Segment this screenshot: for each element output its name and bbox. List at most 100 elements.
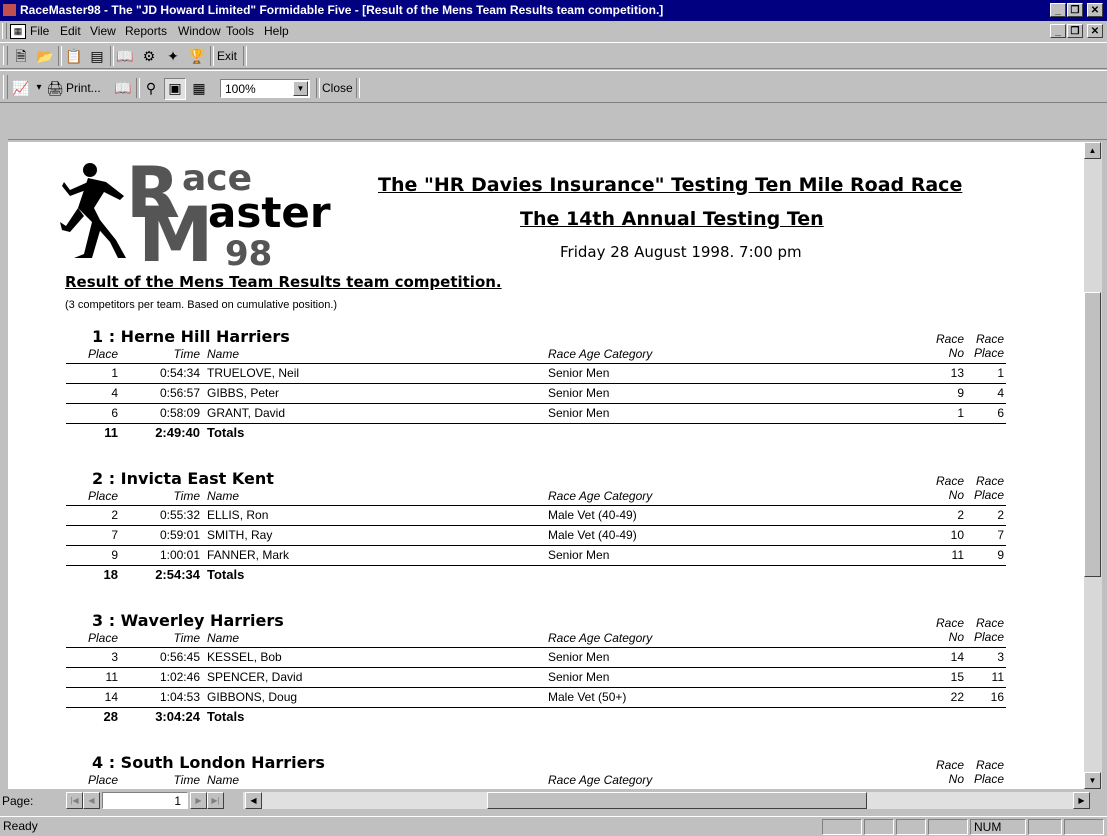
doc-close-icon[interactable]: ✕ — [1087, 24, 1103, 38]
col-header-race: Race — [935, 758, 964, 772]
form-icon[interactable]: ▤ — [88, 47, 106, 65]
printer-icon[interactable]: 🖨 — [46, 79, 64, 97]
toolbar-grip[interactable] — [3, 46, 8, 65]
totals-label: Totals — [207, 709, 245, 724]
race-place-cell: 16 — [990, 690, 1004, 704]
place-cell: 7 — [111, 528, 118, 542]
vertical-scroll-thumb[interactable] — [1084, 292, 1101, 577]
racemaster-logo: R ace M aster 98 — [60, 152, 331, 279]
open-icon[interactable]: 📂 — [36, 47, 54, 65]
category-cell: Male Vet (50+) — [548, 690, 627, 704]
race-place-cell: 2 — [997, 508, 1004, 522]
close-icon[interactable]: ✕ — [1087, 3, 1103, 17]
category-cell: Senior Men — [548, 670, 610, 684]
pager-bar: Page: |◀ ◀ 1 ▶ ▶| ◀ ▶ — [0, 789, 1107, 813]
col-header-name: Name — [207, 489, 240, 503]
menu-edit[interactable]: Edit — [60, 24, 81, 38]
result-title: Result of the Mens Team Results team com… — [65, 273, 502, 291]
toolbar-separator — [316, 78, 320, 98]
runner-icon[interactable]: ⚙ — [140, 47, 158, 65]
print-button[interactable]: Print... — [66, 79, 101, 97]
category-cell: Senior Men — [548, 366, 610, 380]
minimize-icon[interactable]: _ — [1050, 3, 1066, 17]
toolbar-grip[interactable] — [3, 75, 8, 99]
trophy-icon[interactable]: 🏆 — [188, 47, 206, 65]
menu-window[interactable]: Window — [178, 24, 221, 38]
doc-minimize-icon[interactable]: _ — [1050, 24, 1066, 38]
status-bar: Ready NUM — [0, 816, 1107, 836]
category-cell: Senior Men — [548, 548, 610, 562]
status-panel — [896, 819, 926, 835]
place-cell: 2 — [111, 508, 118, 522]
one-page-icon[interactable]: ▣ — [164, 78, 186, 100]
first-page-icon[interactable]: |◀ — [66, 792, 83, 809]
doc-restore-icon[interactable]: ❐ — [1067, 24, 1083, 38]
scroll-up-icon[interactable]: ▲ — [1084, 142, 1101, 159]
main-toolbar: 🗎 📂 📋 ▤ 📖 ⚙ ✦ 🏆 Exit — [0, 42, 1107, 69]
document-icon[interactable]: ▦ — [10, 24, 26, 39]
scroll-right-icon[interactable]: ▶ — [1073, 792, 1090, 809]
new-icon[interactable]: 🗎 — [12, 47, 30, 65]
col-header-race: Race — [975, 332, 1004, 346]
horizontal-scroll-thumb[interactable] — [487, 792, 867, 809]
app-icon[interactable] — [3, 4, 16, 16]
team-heading: 2 : Invicta East Kent — [92, 469, 274, 488]
col-header-race: Race — [975, 474, 1004, 488]
col-header-no: No — [948, 772, 964, 786]
zoom-icon[interactable]: ⚲ — [142, 79, 160, 97]
page-number-field[interactable]: 1 — [102, 792, 188, 809]
scroll-left-icon[interactable]: ◀ — [245, 792, 262, 809]
status-text: Ready — [3, 819, 38, 833]
category-cell: Senior Men — [548, 386, 610, 400]
category-cell: Male Vet (40-49) — [548, 528, 637, 542]
time-cell: 0:59:01 — [159, 528, 200, 542]
result-note: (3 competitors per team. Based on cumula… — [65, 299, 338, 311]
menu-view[interactable]: View — [90, 24, 116, 38]
menu-file[interactable]: File — [30, 24, 49, 38]
toolbar-separator — [136, 78, 140, 98]
time-cell: 0:56:57 — [159, 386, 200, 400]
race-place-cell: 9 — [997, 548, 1004, 562]
scroll-down-icon[interactable]: ▼ — [1084, 772, 1101, 789]
place-cell: 9 — [111, 548, 118, 562]
wand-icon[interactable]: ✦ — [164, 47, 182, 65]
properties-icon[interactable]: 📋 — [65, 47, 83, 65]
col-header-race: Race — [935, 332, 964, 346]
time-cell: 1:04:53 — [159, 690, 200, 704]
menu-tools[interactable]: Tools — [226, 24, 254, 38]
time-cell: 0:54:34 — [159, 366, 200, 380]
last-page-icon[interactable]: ▶| — [207, 792, 224, 809]
table-row: 1 0:54:34 TRUELOVE, Neil Senior Men 13 1 — [8, 364, 1008, 384]
chart-icon[interactable]: 📈 — [12, 79, 30, 97]
col-header-time: Time — [173, 631, 200, 645]
book-icon[interactable]: 📖 — [114, 79, 132, 97]
table-row: 4 0:56:57 GIBBS, Peter Senior Men 9 4 — [8, 384, 1008, 404]
col-header-place: Place — [87, 347, 118, 361]
exit-button[interactable]: Exit — [217, 47, 237, 65]
zoom-select[interactable]: 100% ▼ — [220, 79, 310, 98]
two-pages-icon[interactable]: ▦ — [190, 79, 208, 97]
prev-page-icon[interactable]: ◀ — [83, 792, 100, 809]
restore-icon[interactable]: ❐ — [1067, 3, 1083, 17]
menubar-grip[interactable] — [2, 23, 7, 39]
col-header-name: Name — [207, 773, 240, 787]
close-preview-button[interactable]: Close — [322, 79, 353, 97]
status-panel — [864, 819, 894, 835]
place-cell: 14 — [104, 690, 118, 704]
menu-help[interactable]: Help — [264, 24, 289, 38]
race-place-cell: 6 — [997, 406, 1004, 420]
totals-label: Totals — [207, 567, 245, 582]
horizontal-scrollbar[interactable]: ◀ ▶ — [243, 792, 1090, 809]
col-header-raceplace: Place — [973, 346, 1004, 360]
table-row: 9 1:00:01 FANNER, Mark Senior Men 11 9 — [8, 546, 1008, 566]
place-cell: 11 — [105, 670, 118, 684]
book-icon[interactable]: 📖 — [116, 47, 134, 65]
next-page-icon[interactable]: ▶ — [190, 792, 207, 809]
menu-reports[interactable]: Reports — [125, 24, 167, 38]
title-bar: RaceMaster98 - The "JD Howard Limited" F… — [0, 0, 1107, 21]
time-cell: 1:02:46 — [159, 670, 200, 684]
col-header-category: Race Age Category — [548, 631, 653, 645]
vertical-scrollbar[interactable]: ▲ ▼ — [1084, 142, 1102, 789]
chevron-down-icon[interactable]: ▼ — [293, 81, 308, 96]
status-panel — [1064, 819, 1104, 835]
